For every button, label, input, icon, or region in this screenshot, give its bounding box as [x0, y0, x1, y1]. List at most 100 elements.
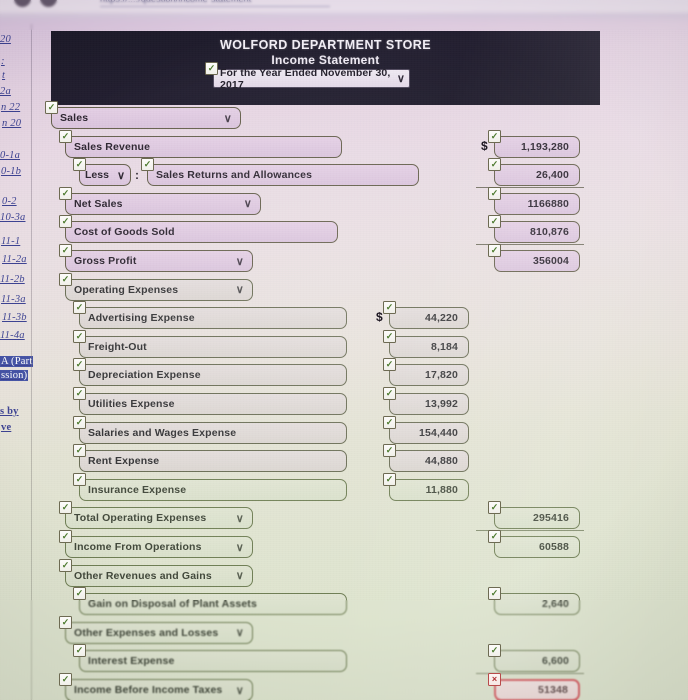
- value-field[interactable]: 356004: [494, 250, 580, 272]
- value-field[interactable]: 17,820: [389, 364, 469, 387]
- row-label-select[interactable]: Operating Expenses ∨: [65, 278, 253, 301]
- row-label-select[interactable]: Gross Profit ∨: [65, 250, 253, 272]
- value-field[interactable]: 810,876: [494, 221, 580, 244]
- row-label-field[interactable]: Sales Returns and Allowances: [147, 164, 419, 187]
- row-checkbox[interactable]: ✓: [59, 501, 72, 515]
- value-checkbox[interactable]: ✓: [383, 358, 396, 372]
- row-checkbox[interactable]: ✓: [59, 558, 72, 572]
- value-checkbox[interactable]: ✓: [488, 644, 501, 658]
- row-label-field[interactable]: Salaries and Wages Expense: [79, 421, 347, 444]
- row-label-field[interactable]: Interest Expense: [79, 650, 347, 673]
- row-checkbox[interactable]: ✓: [73, 358, 86, 372]
- row-checkbox[interactable]: ✓: [59, 186, 72, 200]
- row-label-field[interactable]: Utilities Expense: [79, 393, 347, 415]
- row-label-select[interactable]: Other Revenues and Gains ∨: [65, 564, 253, 587]
- row-checkbox[interactable]: ✓: [73, 644, 86, 658]
- row-label-field[interactable]: Freight-Out: [79, 335, 347, 358]
- value-checkbox[interactable]: ✓: [383, 415, 396, 429]
- row-checkbox[interactable]: ✓: [73, 444, 86, 458]
- less-select[interactable]: Less ∨: [79, 164, 131, 187]
- row-label-field[interactable]: Gain on Disposal of Plant Assets: [79, 593, 347, 616]
- row-label-select[interactable]: Net Sales ∨: [65, 192, 261, 215]
- row-checkbox[interactable]: ✓: [73, 415, 86, 429]
- row-checkbox[interactable]: ✓: [73, 158, 86, 172]
- row-checkbox[interactable]: ✓: [73, 329, 86, 343]
- row-label-field[interactable]: Rent Expense: [79, 450, 347, 473]
- value-field[interactable]: 44,880: [389, 450, 469, 473]
- row-label-field[interactable]: Depreciation Expense: [79, 364, 347, 387]
- sidebar-link[interactable]: 0-1b: [1, 166, 21, 177]
- value-checkbox[interactable]: ✓: [488, 244, 501, 257]
- sidebar-link[interactable]: t: [2, 70, 5, 81]
- row-checkbox[interactable]: ✓: [59, 129, 72, 143]
- row-checkbox[interactable]: ✓: [59, 615, 72, 629]
- row-checkbox[interactable]: ✓: [73, 387, 86, 400]
- sidebar-link[interactable]: 20: [0, 34, 11, 45]
- row-label-select[interactable]: Income Before Income Taxes ∨: [65, 679, 253, 700]
- value-checkbox-error[interactable]: ×: [488, 673, 501, 686]
- period-select[interactable]: For the Year Ended November 30, 2017 ∨: [213, 67, 410, 91]
- value-field[interactable]: 11,880: [389, 478, 469, 501]
- sidebar-link[interactable]: 11-4a: [0, 330, 25, 341]
- row-label-field[interactable]: Sales Revenue: [65, 135, 342, 158]
- value-checkbox[interactable]: ✓: [488, 186, 501, 200]
- sidebar-link[interactable]: 11-2a: [2, 254, 27, 265]
- sidebar-link[interactable]: 0-2: [2, 196, 17, 207]
- value-field[interactable]: 6,600: [494, 650, 580, 673]
- sidebar-link[interactable]: 11-2b: [0, 274, 25, 285]
- value-checkbox[interactable]: ✓: [488, 158, 501, 172]
- sidebar-link[interactable]: 11-3a: [1, 294, 26, 305]
- row-label-select[interactable]: Other Expenses and Losses ∨: [65, 621, 253, 644]
- row-label-select[interactable]: Sales ∨: [51, 107, 241, 129]
- value-checkbox[interactable]: ✓: [488, 587, 501, 601]
- row-checkbox[interactable]: ✓: [59, 272, 72, 286]
- value-checkbox[interactable]: ✓: [383, 444, 396, 458]
- row-checkbox[interactable]: ✓: [73, 587, 86, 601]
- sidebar-link[interactable]: A (Part: [0, 356, 33, 367]
- sidebar-link[interactable]: 0-1a: [0, 150, 20, 161]
- value-field[interactable]: 1166880: [494, 192, 580, 215]
- row-checkbox[interactable]: ✓: [45, 101, 58, 114]
- sidebar-link[interactable]: s by: [0, 406, 19, 417]
- value-checkbox[interactable]: ✓: [383, 301, 396, 315]
- value-checkbox[interactable]: ✓: [488, 501, 501, 515]
- value-checkbox[interactable]: ✓: [488, 215, 501, 229]
- row-checkbox[interactable]: ✓: [59, 244, 72, 257]
- value-checkbox[interactable]: ✓: [383, 472, 396, 486]
- value-field[interactable]: 2,640: [494, 593, 580, 616]
- sidebar-link[interactable]: 10-3a: [0, 212, 26, 223]
- value-checkbox[interactable]: ✓: [488, 129, 501, 143]
- row-label-field[interactable]: Advertising Expense: [79, 307, 347, 330]
- row-checkbox[interactable]: ✓: [59, 215, 72, 229]
- row-checkbox[interactable]: ✓: [59, 530, 72, 543]
- row-checkbox[interactable]: ✓: [73, 301, 86, 315]
- value-field[interactable]: 8,184: [389, 335, 469, 358]
- row-checkbox[interactable]: ✓: [73, 472, 86, 486]
- row-label-field[interactable]: Cost of Goods Sold: [65, 221, 338, 244]
- sidebar-link[interactable]: 11-1: [1, 236, 20, 247]
- value-field[interactable]: 13,992: [389, 393, 469, 415]
- value-field[interactable]: 44,220: [389, 307, 469, 330]
- value-field[interactable]: 154,440: [389, 421, 469, 444]
- row-label-select[interactable]: Income From Operations ∨: [65, 536, 253, 558]
- value-field[interactable]: 60588: [494, 536, 580, 558]
- sidebar-link[interactable]: n 20: [2, 118, 21, 129]
- value-field[interactable]: 1,193,280: [494, 135, 580, 158]
- sidebar-link[interactable]: n 22: [1, 102, 20, 113]
- sidebar-link[interactable]: 11-3b: [2, 312, 27, 323]
- value-field[interactable]: 295416: [494, 507, 580, 530]
- row-checkbox[interactable]: ✓: [141, 158, 154, 172]
- value-field[interactable]: 26,400: [494, 164, 580, 187]
- sidebar-link[interactable]: :: [1, 56, 5, 67]
- sidebar-link[interactable]: ssion): [0, 370, 29, 381]
- address-bar-text[interactable]: https://..../question/income-statement: [100, 0, 330, 7]
- value-field-error[interactable]: 51348: [494, 679, 580, 700]
- row-label-select[interactable]: Total Operating Expenses ∨: [65, 507, 253, 530]
- row-checkbox[interactable]: ✓: [59, 673, 72, 686]
- sidebar-link[interactable]: 2a: [0, 86, 11, 97]
- sidebar-link[interactable]: ve: [1, 422, 11, 433]
- row-label-field[interactable]: Insurance Expense: [79, 478, 347, 501]
- value-checkbox[interactable]: ✓: [488, 530, 501, 543]
- value-checkbox[interactable]: ✓: [383, 329, 396, 343]
- value-checkbox[interactable]: ✓: [383, 387, 396, 400]
